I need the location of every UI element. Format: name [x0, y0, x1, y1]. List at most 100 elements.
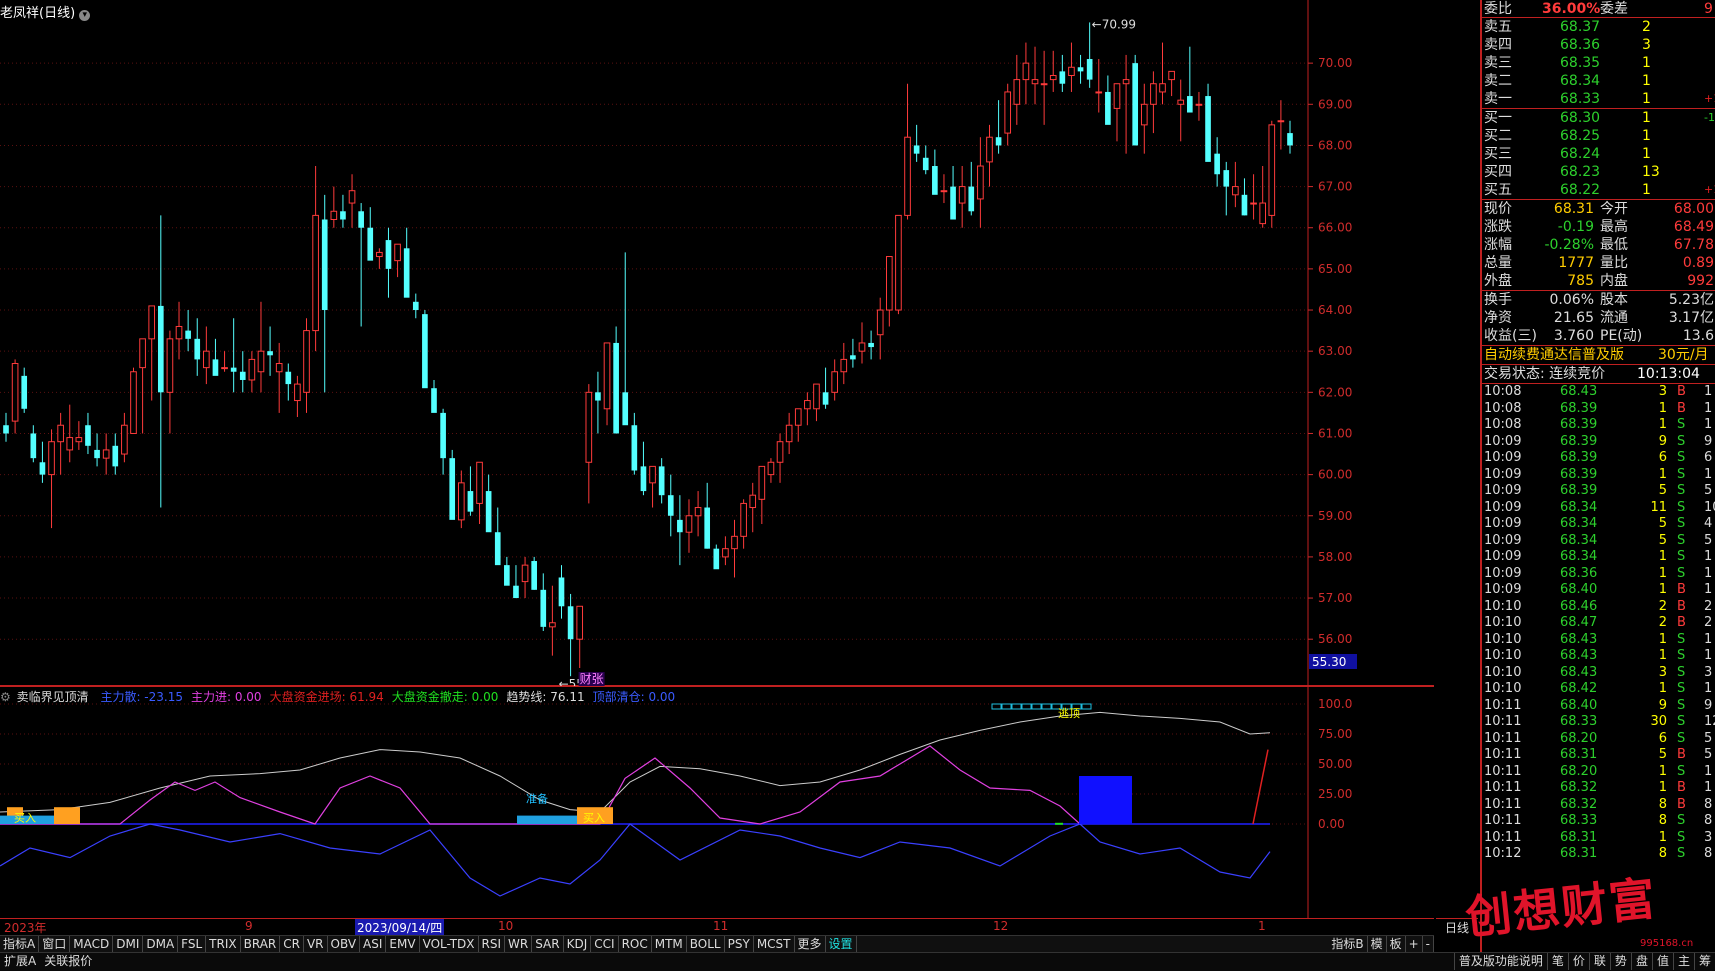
candle-body [185, 330, 191, 339]
tab-right-item[interactable]: 板 [1387, 936, 1406, 952]
candle-body [940, 190, 948, 193]
status-item[interactable]: 筹 [1693, 953, 1715, 970]
tab-cr[interactable]: CR [280, 936, 304, 952]
book-label: 卖一 [1484, 91, 1512, 107]
tab-更多[interactable]: 更多 [795, 936, 826, 952]
chevron-down-icon[interactable]: ▾ [79, 10, 91, 21]
stat-value: 21.65 [1553, 310, 1594, 326]
tick-count: 8 [1704, 796, 1713, 812]
tab-mcst[interactable]: MCST [754, 936, 795, 952]
tick-row: 10:09 68.34 1 S 1 [1482, 549, 1715, 566]
tab-mtm[interactable]: MTM [652, 936, 687, 952]
ad-price[interactable]: 30元/月 [1658, 346, 1709, 364]
candle-body [285, 371, 292, 385]
candlestick-chart[interactable]: 70.00 69.00 68.00 67.00 66.00 65.00 64.00 63.00… [0, 0, 1434, 686]
tick-list[interactable]: 10:08 68.43 3 B 1 10:08 68.39 1 B 1 10:08 68.39 1 S 1 1… [1482, 383, 1715, 863]
candle-body [1195, 103, 1203, 106]
fund-row: 换手 0.06% 股本 5.23亿 [1482, 291, 1715, 309]
tab-right-item[interactable]: + [1406, 936, 1423, 952]
candle-body [913, 145, 920, 154]
tab-vol-tdx[interactable]: VOL-TDX [420, 936, 479, 952]
candle-body [422, 314, 428, 389]
status-item[interactable]: 主 [1672, 953, 1694, 970]
tab-emv[interactable]: EMV [386, 936, 420, 952]
tab-kdj[interactable]: KDJ [564, 936, 592, 952]
tab-roc[interactable]: ROC [619, 936, 652, 952]
indicator-item: 顶部清仓: 0.00 [593, 690, 676, 704]
tick-volume: 6 [1658, 450, 1667, 465]
tick-price: 68.31 [1560, 747, 1598, 762]
tab-obv[interactable]: OBV [328, 936, 361, 952]
x-label: 1 [1258, 919, 1266, 933]
status-item[interactable]: 联 [1588, 953, 1610, 970]
tick-row: 10:11 68.40 9 S 9 [1482, 698, 1715, 715]
tick-time: 10:10 [1484, 681, 1522, 696]
tab-right-item[interactable]: 模 [1368, 936, 1387, 952]
tick-price: 68.43 [1560, 648, 1598, 663]
tab-设置[interactable]: 设置 [826, 936, 857, 952]
tab-wr[interactable]: WR [505, 936, 533, 952]
ind-tick-label: 50.00 [1318, 757, 1352, 771]
tick-count: 1 [1704, 384, 1713, 399]
tab-rsi[interactable]: RSI [479, 936, 506, 952]
tab-right-item[interactable]: - [1423, 936, 1434, 952]
fund-row: 收益(三) 3.760 PE(动) 13.6 [1482, 327, 1715, 345]
candle-body [340, 211, 346, 220]
tab-right-item[interactable]: 指标B [1328, 936, 1368, 952]
tab-dma[interactable]: DMA [143, 936, 179, 952]
tick-count: 1 [1704, 565, 1713, 581]
ad-text[interactable]: 自动续费通达信普及版 [1484, 346, 1624, 364]
status-item[interactable]: 值 [1651, 953, 1673, 970]
tick-count: 1 [1704, 549, 1713, 564]
tick-volume: 2 [1658, 615, 1667, 630]
indicator-chart[interactable]: 100.0 75.00 50.00 25.00 0.00 买入 准备买入 逃顶 [0, 686, 1434, 918]
tick-row: 10:11 68.33 30 S 12 [1482, 714, 1715, 731]
tab-trix[interactable]: TRIX [206, 936, 241, 952]
status-item[interactable]: 盘 [1630, 953, 1652, 970]
y-tick-label: 63.00 [1318, 344, 1352, 358]
indicator-values: 主力散: -23.15 主力进: 0.00 大盘资金进场: 61.94 大盘资金撤走:… [100, 690, 683, 704]
stat-label: 最低 [1600, 237, 1628, 253]
tab-macd[interactable]: MACD [70, 936, 114, 952]
candle-body [1022, 62, 1030, 81]
candle-body [1287, 133, 1293, 146]
stat-label: 涨跌 [1484, 219, 1512, 235]
status-item[interactable]: 笔 [1546, 953, 1568, 970]
ind-tick-label: 0.00 [1318, 817, 1345, 831]
tab-窗口[interactable]: 窗口 [39, 936, 71, 952]
candle-body [85, 425, 91, 446]
candle-body [958, 186, 966, 204]
ad-banner[interactable]: 自动续费通达信普及版 30元/月 [1482, 345, 1715, 364]
candle [531, 556, 537, 590]
candle-body [513, 585, 519, 599]
tick-count: 6 [1704, 450, 1713, 465]
indicator-icon[interactable]: ⚙ [0, 690, 11, 704]
status-item[interactable]: 价 [1567, 953, 1589, 970]
tab-fsl[interactable]: FSL [178, 936, 207, 952]
tab-brar[interactable]: BRAR [241, 936, 281, 952]
tick-row: 10:10 68.47 2 B 2 [1482, 615, 1715, 632]
tab-asi[interactable]: ASI [360, 936, 387, 952]
tab-boll[interactable]: BOLL [687, 936, 725, 952]
tab-cci[interactable]: CCI [591, 936, 619, 952]
stat-value: 68.49 [1673, 219, 1714, 235]
status-item[interactable]: 关联报价 [40, 953, 96, 970]
status-item[interactable]: 普及版功能说明 [1453, 953, 1547, 970]
tick-time: 10:10 [1484, 598, 1522, 614]
candle-body [1250, 202, 1257, 205]
candle-body [904, 136, 911, 216]
status-item[interactable]: 扩展A [0, 953, 40, 970]
tab-vr[interactable]: VR [304, 936, 328, 952]
tab-dmi[interactable]: DMI [113, 936, 144, 952]
tick-price: 68.42 [1560, 681, 1598, 696]
indicator-item-value: 0.00 [231, 690, 262, 704]
book-label: 卖三 [1484, 55, 1512, 71]
tab-psy[interactable]: PSY [725, 936, 754, 952]
candle [1268, 120, 1276, 228]
status-item[interactable]: 势 [1609, 953, 1631, 970]
candle-body [121, 424, 128, 455]
tab-指标a[interactable]: 指标A [0, 936, 40, 952]
candle-body [950, 186, 956, 220]
weibi-label: 委比 [1484, 1, 1512, 17]
tab-sar[interactable]: SAR [532, 936, 564, 952]
